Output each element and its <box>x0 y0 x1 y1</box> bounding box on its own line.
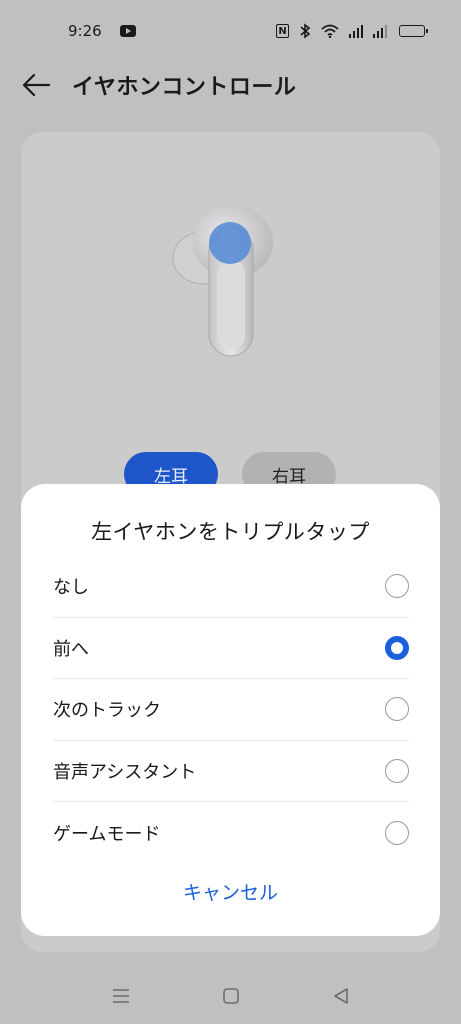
battery-icon <box>399 25 428 37</box>
system-nav-bar <box>0 968 461 1024</box>
option-label: 次のトラック <box>53 700 161 722</box>
menu-icon <box>112 989 129 1003</box>
page-title: イヤホンコントロール <box>72 75 297 100</box>
back-nav-button[interactable] <box>286 976 396 1016</box>
recents-button[interactable] <box>66 976 176 1016</box>
youtube-icon <box>119 25 136 37</box>
option-voice-assistant[interactable]: 音声アシスタント <box>53 741 409 802</box>
radio-button-selected[interactable] <box>385 635 409 660</box>
back-triangle-icon <box>333 988 348 1004</box>
option-none[interactable]: なし <box>53 556 409 618</box>
radio-button[interactable] <box>385 820 409 845</box>
earbud-illustration <box>171 200 281 360</box>
radio-button[interactable] <box>385 758 409 783</box>
option-next-track[interactable]: 次のトラック <box>53 679 409 741</box>
radio-button[interactable] <box>385 697 409 722</box>
cancel-button[interactable]: キャンセル <box>21 878 440 905</box>
triple-tap-dialog: 左イヤホンをトリプルタップ なし 前へ 次のトラック 音声アシスタント ゲームモ… <box>21 484 440 936</box>
signal-icon-2 <box>373 24 389 38</box>
radio-button[interactable] <box>385 574 409 599</box>
signal-icon-1 <box>349 24 363 38</box>
bluetooth-icon <box>299 23 311 39</box>
option-label: なし <box>53 577 89 599</box>
app-header: イヤホンコントロール <box>0 62 461 108</box>
option-label: 音声アシスタント <box>53 761 197 783</box>
option-game-mode[interactable]: ゲームモード <box>53 802 409 864</box>
option-list: なし 前へ 次のトラック 音声アシスタント ゲームモード <box>53 556 409 864</box>
status-icons: N <box>276 23 428 39</box>
option-label: ゲームモード <box>53 823 161 845</box>
dialog-title: 左イヤホンをトリプルタップ <box>91 520 370 544</box>
back-button[interactable] <box>16 65 56 105</box>
status-bar: 9:26 N <box>0 0 461 62</box>
home-icon <box>222 988 239 1004</box>
nfc-icon: N <box>276 24 289 38</box>
status-time: 9:26 <box>68 22 102 40</box>
home-button[interactable] <box>176 976 286 1016</box>
arrow-left-icon <box>22 73 51 97</box>
option-previous[interactable]: 前へ <box>53 618 409 679</box>
wifi-icon <box>321 24 339 38</box>
option-label: 前へ <box>53 638 89 660</box>
